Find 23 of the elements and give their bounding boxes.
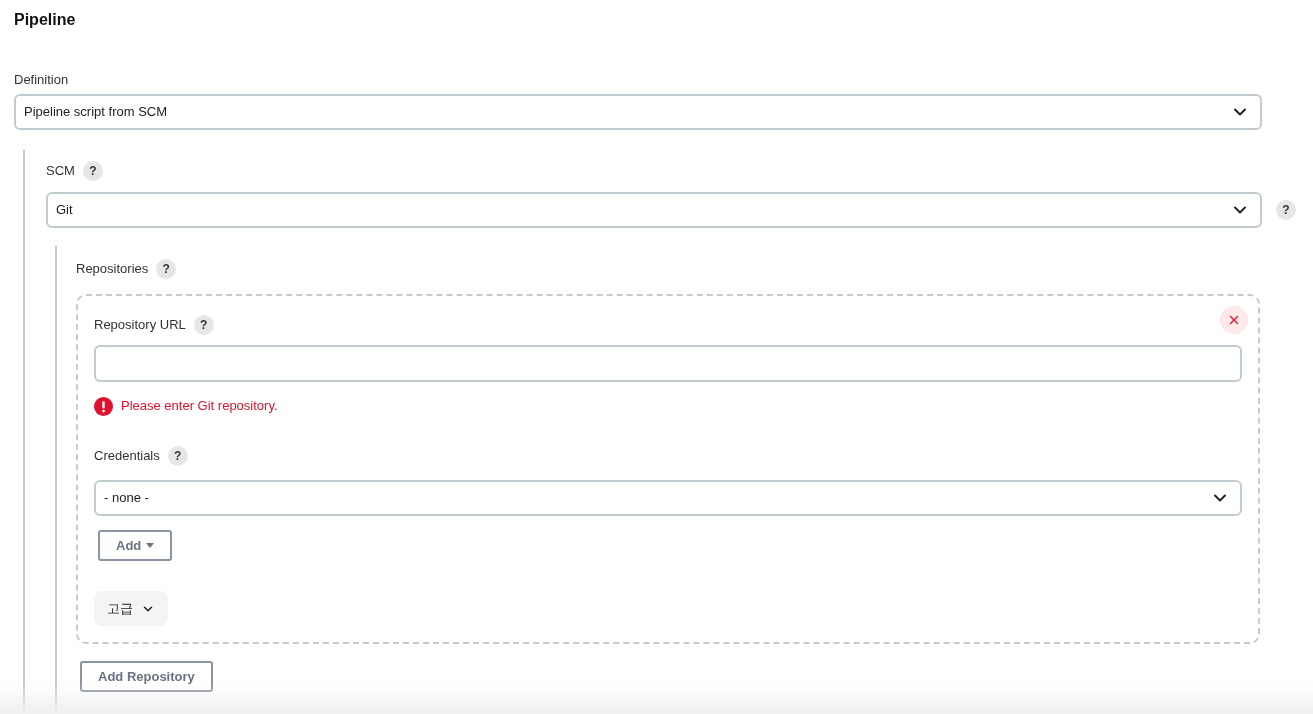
dropdown-field[interactable]: Pipeline script from SCM bbox=[14, 94, 1262, 130]
caret-icon bbox=[146, 543, 155, 548]
help-icon[interactable]: ? bbox=[1276, 200, 1296, 220]
section-title: Pipeline bbox=[14, 10, 77, 30]
error-icon bbox=[94, 396, 113, 416]
field-label: Repositories bbox=[76, 260, 149, 279]
remove-button[interactable] bbox=[1220, 306, 1248, 334]
help-icon[interactable]: ? bbox=[82, 161, 103, 181]
add-button[interactable]: Add bbox=[98, 530, 173, 561]
input-field[interactable] bbox=[94, 345, 1242, 382]
add-repository-button[interactable]: Add Repository bbox=[80, 661, 213, 692]
advanced-button[interactable]: 고급 bbox=[94, 591, 168, 626]
field-label: Repository URL bbox=[94, 316, 186, 335]
help-icon[interactable]: ? bbox=[156, 259, 177, 279]
dropdown-field[interactable]: Git bbox=[46, 192, 1262, 228]
dropdown-field[interactable]: - none - bbox=[94, 480, 1242, 516]
field-label: Credentials bbox=[94, 447, 160, 466]
field-label: Definition bbox=[14, 71, 70, 88]
close-icon bbox=[1227, 313, 1241, 327]
help-icon[interactable]: ? bbox=[167, 446, 188, 466]
error-message: Please enter Git repository. bbox=[121, 397, 278, 416]
help-icon[interactable]: ? bbox=[193, 315, 214, 335]
field-label: SCM bbox=[46, 162, 75, 181]
